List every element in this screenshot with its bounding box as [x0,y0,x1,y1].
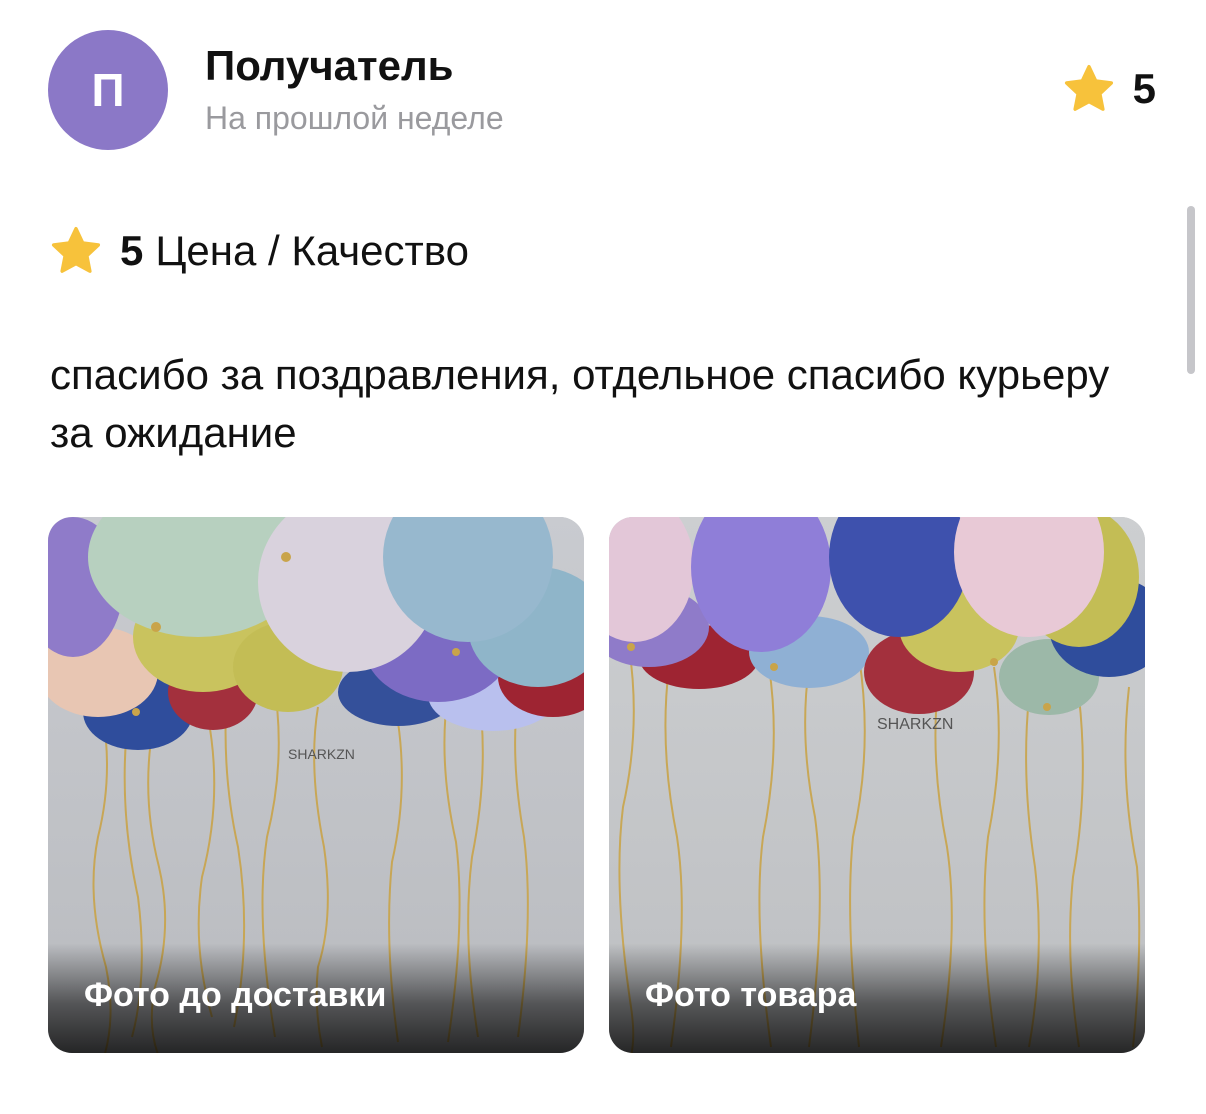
criteria-value: 5 [120,227,144,274]
review-text: спасибо за поздравления, отдельное спаси… [50,351,1110,456]
author-name: Получатель [205,42,454,89]
star-icon [1064,64,1113,111]
criteria-rating: 5 Цена / Качество [50,226,469,276]
watermark: SHARKZN [288,746,355,762]
avatar: П [48,30,168,150]
photo-product[interactable]: SHARKZN Фото товара [609,517,1145,1053]
criteria-name: Цена / Качество [155,227,469,274]
watermark: SHARKZN [877,716,953,733]
photo-caption-overlay: Фото товара [609,943,1145,1053]
photo-caption: Фото товара [645,976,857,1014]
review-date: На прошлой неделе [205,100,504,136]
photo-caption: Фото до доставки [84,976,387,1014]
overall-rating-value: 5 [1132,65,1156,112]
overall-rating: 5 [1063,64,1156,114]
photo-before-delivery[interactable]: SHARKZN Фото до доставки [48,517,584,1053]
star-icon [51,226,101,273]
scrollbar[interactable] [1187,206,1195,374]
photo-caption-overlay: Фото до доставки [48,943,584,1053]
